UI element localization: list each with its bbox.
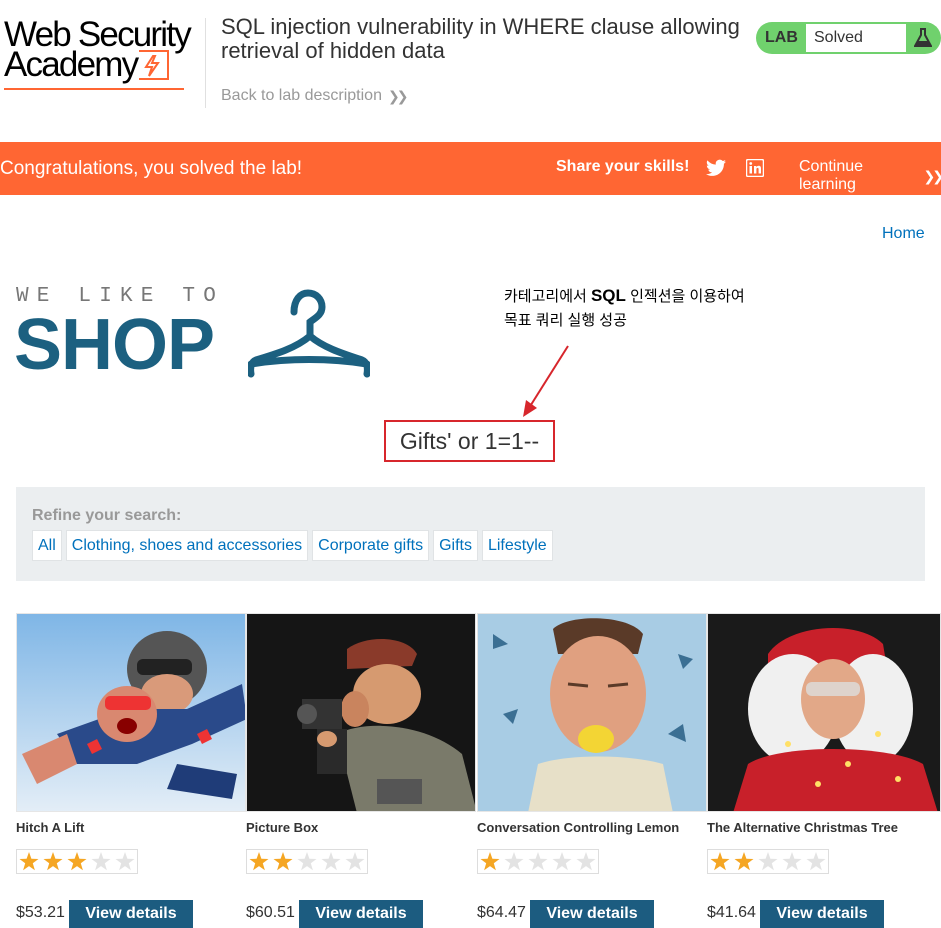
lab-title: SQL injection vulnerability in WHERE cla… — [221, 14, 740, 63]
annotation-arrow — [523, 345, 569, 417]
product-rating — [16, 849, 138, 874]
logo-underline — [4, 88, 184, 90]
back-to-lab-description-link[interactable]: Back to lab description ❯❯ — [221, 87, 409, 105]
star-icon — [319, 850, 343, 873]
product-rating — [477, 849, 599, 874]
star-icon — [732, 850, 756, 873]
view-details-button[interactable]: View details — [299, 900, 423, 928]
star-icon — [65, 850, 89, 873]
filter-all[interactable]: All — [32, 530, 62, 561]
lab-status-text: Solved — [806, 24, 906, 52]
filter-gifts[interactable]: Gifts — [433, 530, 478, 561]
star-icon — [343, 850, 367, 873]
product-card: Hitch A Lift $53.21 View details — [16, 613, 246, 928]
star-icon — [89, 850, 113, 873]
star-icon — [550, 850, 574, 873]
logo-line-2: Academy — [4, 47, 204, 82]
back-link-label: Back to lab description — [221, 87, 382, 104]
annotation-line-1: 카테고리에서 SQL 인젝션을 이용하여 — [504, 284, 745, 309]
star-icon — [113, 850, 137, 873]
product-image-conversation-controlling-lemon — [477, 613, 707, 812]
chevron-double-right-icon: ❯❯ — [387, 87, 409, 104]
star-icon — [756, 850, 780, 873]
product-price: $41.64 — [707, 904, 756, 921]
product-grid: Hitch A Lift $53.21 View details Picture… — [16, 613, 941, 928]
search-results-title: Gifts' or 1=1-- — [384, 420, 555, 462]
twitter-icon[interactable] — [706, 159, 726, 182]
product-price: $53.21 — [16, 904, 65, 921]
header: Web Security Academy SQL injection vulne… — [0, 0, 941, 142]
star-icon — [295, 850, 319, 873]
lab-status-widget: LAB Solved — [756, 22, 941, 54]
star-icon — [247, 850, 271, 873]
star-icon — [271, 850, 295, 873]
filter-lifestyle[interactable]: Lifestyle — [481, 530, 553, 561]
web-security-academy-logo[interactable]: Web Security Academy — [4, 17, 204, 90]
star-icon — [478, 850, 502, 873]
annotation-line-1-post: 인젝션을 이용하여 — [625, 288, 745, 305]
home-link[interactable]: Home — [882, 225, 925, 243]
product-image-alternative-christmas-tree — [707, 613, 941, 812]
flask-icon — [906, 22, 940, 54]
filter-clothing-shoes-accessories[interactable]: Clothing, shoes and accessories — [65, 530, 309, 561]
logo-bolt-icon — [139, 50, 170, 80]
product-card: Picture Box $60.51 View details — [246, 613, 476, 928]
filter-corporate-gifts[interactable]: Corporate gifts — [312, 530, 430, 561]
lab-badge: LAB — [765, 29, 798, 46]
product-price: $64.47 — [477, 904, 526, 921]
view-details-button[interactable]: View details — [530, 900, 654, 928]
logo-line-2-text: Academy — [4, 45, 139, 84]
product-card: Conversation Controlling Lemon $64.47 Vi… — [477, 613, 707, 928]
linkedin-icon[interactable] — [745, 158, 765, 182]
lab-solved-banner: Congratulations, you solved the lab! Sha… — [0, 142, 941, 195]
annotation-line-1-pre: 카테고리에서 — [504, 288, 591, 305]
continue-learning-link[interactable]: Continue learning ❯❯ — [799, 158, 941, 194]
product-image-hitch-a-lift — [16, 613, 246, 812]
star-icon — [804, 850, 828, 873]
star-icon — [41, 850, 65, 873]
product-name: Conversation Controlling Lemon — [477, 820, 680, 835]
product-rating — [246, 849, 368, 874]
star-icon — [526, 850, 550, 873]
congratulations-message: Congratulations, you solved the lab! — [0, 157, 303, 179]
refine-search-label: Refine your search: — [32, 507, 182, 524]
header-divider — [205, 18, 206, 108]
share-skills-label: Share your skills! — [556, 158, 690, 175]
hanger-icon — [248, 289, 370, 378]
star-icon — [502, 850, 526, 873]
annotation-line-1-bold: SQL — [590, 286, 626, 305]
view-details-button[interactable]: View details — [760, 900, 884, 928]
view-details-button[interactable]: View details — [69, 900, 193, 928]
chevron-double-right-icon: ❯❯ — [923, 167, 941, 184]
shop-hero-banner: WE LIKE TO SHOP — [14, 285, 376, 385]
product-image-picture-box — [246, 613, 476, 812]
product-rating — [707, 849, 829, 874]
product-name: The Alternative Christmas Tree — [707, 820, 898, 835]
star-icon — [17, 850, 41, 873]
refine-search-panel: Refine your search: All Clothing, shoes … — [16, 487, 925, 581]
annotation-note: 카테고리에서 SQL 인젝션을 이용하여 목표 쿼리 실행 성공 — [504, 284, 745, 333]
star-icon — [780, 850, 804, 873]
product-name: Hitch A Lift — [16, 820, 85, 835]
product-card: The Alternative Christmas Tree $41.64 Vi… — [707, 613, 941, 928]
star-icon — [708, 850, 732, 873]
product-price: $60.51 — [246, 904, 295, 921]
annotation-line-2: 목표 쿼리 실행 성공 — [504, 312, 627, 329]
star-icon — [574, 850, 598, 873]
category-filter-list: All Clothing, shoes and accessories Corp… — [32, 530, 553, 561]
continue-learning-label: Continue learning — [799, 158, 864, 193]
hero-title: SHOP — [14, 305, 215, 385]
product-name: Picture Box — [246, 820, 319, 835]
